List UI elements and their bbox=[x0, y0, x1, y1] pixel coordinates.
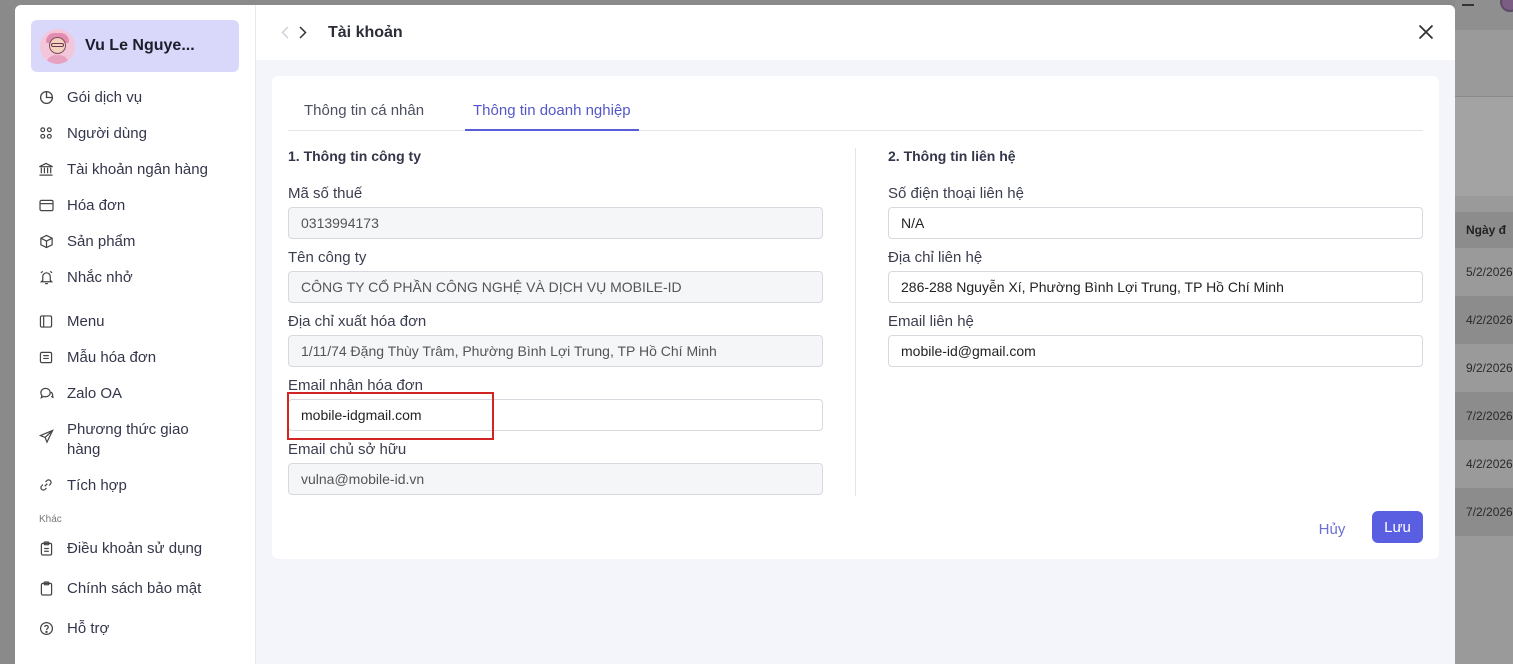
invoice-address-label: Địa chỉ xuất hóa đơn bbox=[288, 313, 427, 330]
sidebar-item-terms[interactable]: Điều khoản sử dụng bbox=[38, 539, 202, 559]
save-button[interactable]: Lưu bbox=[1372, 511, 1423, 543]
box-icon bbox=[38, 233, 54, 249]
background-row: 9/2/2026 bbox=[1455, 344, 1513, 392]
sidebar-item-support[interactable]: Hỗ trợ bbox=[38, 619, 109, 639]
sidebar-item-label: Hóa đơn bbox=[67, 197, 126, 214]
sidebar-item-bank-account[interactable]: Tài khoản ngân hàng bbox=[38, 160, 208, 180]
sidebar-item-label: Tài khoản ngân hàng bbox=[67, 161, 208, 178]
sidebar-item-label: Điều khoản sử dụng bbox=[67, 540, 203, 557]
history-nav bbox=[276, 24, 312, 42]
sidebar-item-service-plan[interactable]: Gói dịch vụ bbox=[38, 88, 142, 108]
owner-email-label: Email chủ sở hữu bbox=[288, 441, 407, 458]
background-row: 7/2/2026 bbox=[1455, 488, 1513, 536]
user-name: Vu Le Nguye... bbox=[85, 37, 195, 54]
sidebar-item-label: Hỗ trợ bbox=[67, 620, 110, 637]
menu-panel-icon bbox=[38, 313, 54, 329]
sidebar-item-menu[interactable]: Menu bbox=[38, 312, 105, 332]
sidebar-item-reminders[interactable]: Nhắc nhở bbox=[38, 268, 133, 288]
page-title: Tài khoản bbox=[328, 23, 403, 41]
invoice-email-input[interactable]: mobile-idgmail.com bbox=[288, 399, 823, 431]
sidebar-item-privacy[interactable]: Chính sách bảo mật bbox=[38, 579, 201, 599]
sidebar-item-label: Phương thức giao hàng bbox=[67, 421, 189, 458]
sidebar-item-zalo-oa[interactable]: Zalo OA bbox=[38, 384, 122, 404]
sidebar-item-label: Nhắc nhở bbox=[67, 269, 133, 286]
company-name-field: CÔNG TY CỔ PHẦN CÔNG NGHỆ VÀ DỊCH VỤ MOB… bbox=[288, 271, 823, 303]
sidebar-item-invoices[interactable]: Hóa đơn bbox=[38, 196, 125, 216]
chevron-right-icon[interactable] bbox=[294, 24, 312, 42]
contact-phone-input[interactable]: N/A bbox=[888, 207, 1423, 239]
avatar bbox=[40, 28, 75, 64]
background-row: 4/2/2026 bbox=[1455, 440, 1513, 488]
bell-icon bbox=[1462, 0, 1474, 6]
contact-email-input[interactable]: mobile-id@gmail.com bbox=[888, 335, 1423, 367]
link-icon bbox=[38, 477, 54, 493]
tab-business-info[interactable]: Thông tin doanh nghiệp bbox=[465, 102, 639, 131]
background-row: 5/2/2026 bbox=[1455, 248, 1513, 296]
company-section-title: 1. Thông tin công ty bbox=[288, 148, 421, 164]
help-icon bbox=[38, 620, 54, 636]
background-row: 7/2/2026 bbox=[1455, 392, 1513, 440]
contact-email-label: Email liên hệ bbox=[888, 313, 974, 330]
close-button[interactable] bbox=[1415, 21, 1437, 43]
clipboard-icon bbox=[38, 540, 54, 556]
alarm-icon bbox=[38, 269, 54, 285]
sidebar-item-label: Người dùng bbox=[67, 125, 147, 142]
contact-address-label: Địa chỉ liên hệ bbox=[888, 249, 983, 266]
sidebar-item-integrations[interactable]: Tích hợp bbox=[38, 476, 127, 496]
tab-bar: Thông tin cá nhân Thông tin doanh nghiệp bbox=[288, 76, 1423, 131]
users-icon bbox=[38, 125, 54, 141]
tax-code-label: Mã số thuế bbox=[288, 185, 363, 202]
sidebar-item-label: Chính sách bảo mật bbox=[67, 580, 202, 597]
chevron-left-icon[interactable] bbox=[276, 24, 294, 42]
send-icon bbox=[38, 428, 54, 444]
invoice-email-label: Email nhận hóa đơn bbox=[288, 377, 423, 394]
template-icon bbox=[38, 349, 54, 365]
company-info-section: 1. Thông tin công ty Mã số thuế 03139941… bbox=[288, 148, 823, 508]
background-header bbox=[1455, 96, 1513, 196]
contact-phone-label: Số điện thoại liên hệ bbox=[888, 185, 1024, 202]
sidebar-item-label: Sản phẩm bbox=[67, 233, 136, 250]
clipboard-icon bbox=[38, 580, 54, 596]
invoice-card-icon bbox=[38, 197, 54, 213]
sidebar-item-users[interactable]: Người dùng bbox=[38, 124, 147, 144]
company-name-label: Tên công ty bbox=[288, 249, 367, 266]
sidebar-item-label: Gói dịch vụ bbox=[67, 89, 143, 106]
bank-icon bbox=[38, 161, 54, 177]
pie-chart-icon bbox=[38, 89, 54, 105]
business-info-card: Thông tin cá nhân Thông tin doanh nghiệp… bbox=[272, 76, 1439, 559]
contact-address-input[interactable]: 286-288 Nguyễn Xí, Phường Bình Lợi Trung… bbox=[888, 271, 1423, 303]
sidebar-item-label: Zalo OA bbox=[67, 385, 123, 402]
background-row: 4/2/2026 bbox=[1455, 296, 1513, 344]
cancel-button[interactable]: Hủy bbox=[1312, 513, 1352, 545]
sidebar-item-label: Menu bbox=[67, 313, 105, 330]
column-divider bbox=[855, 148, 856, 496]
tab-personal-info[interactable]: Thông tin cá nhân bbox=[304, 102, 424, 131]
sidebar-item-label: Tích hợp bbox=[67, 477, 127, 494]
modal-header: Tài khoản bbox=[256, 5, 1455, 60]
sidebar-item-products[interactable]: Sản phẩm bbox=[38, 232, 135, 252]
sidebar-item-invoice-templates[interactable]: Mẫu hóa đơn bbox=[38, 348, 156, 368]
user-card[interactable]: Vu Le Nguye... bbox=[31, 20, 239, 72]
invoice-address-field: 1/11/74 Đặng Thùy Trâm, Phường Bình Lợi … bbox=[288, 335, 823, 367]
close-icon bbox=[1418, 24, 1434, 40]
sidebar-item-shipping-methods[interactable]: Phương thức giao hàng bbox=[38, 420, 198, 460]
sidebar-section-other: Khác bbox=[39, 514, 62, 525]
background-column-header: Ngày đ bbox=[1455, 212, 1513, 248]
contact-section-title: 2. Thông tin liên hệ bbox=[888, 148, 1016, 164]
owner-email-field: vulna@mobile-id.vn bbox=[288, 463, 823, 495]
contact-info-section: 2. Thông tin liên hệ Số điện thoại liên … bbox=[888, 148, 1423, 368]
sidebar-item-label: Mẫu hóa đơn bbox=[67, 349, 157, 366]
main-content: Tài khoản Thông tin cá nhân Thông tin do… bbox=[256, 5, 1455, 664]
tax-code-field: 0313994173 bbox=[288, 207, 823, 239]
sidebar: Vu Le Nguye... Gói dịch vụ Người dùng Tà… bbox=[15, 5, 256, 664]
chat-icon bbox=[38, 385, 54, 401]
account-modal: Vu Le Nguye... Gói dịch vụ Người dùng Tà… bbox=[15, 5, 1455, 664]
